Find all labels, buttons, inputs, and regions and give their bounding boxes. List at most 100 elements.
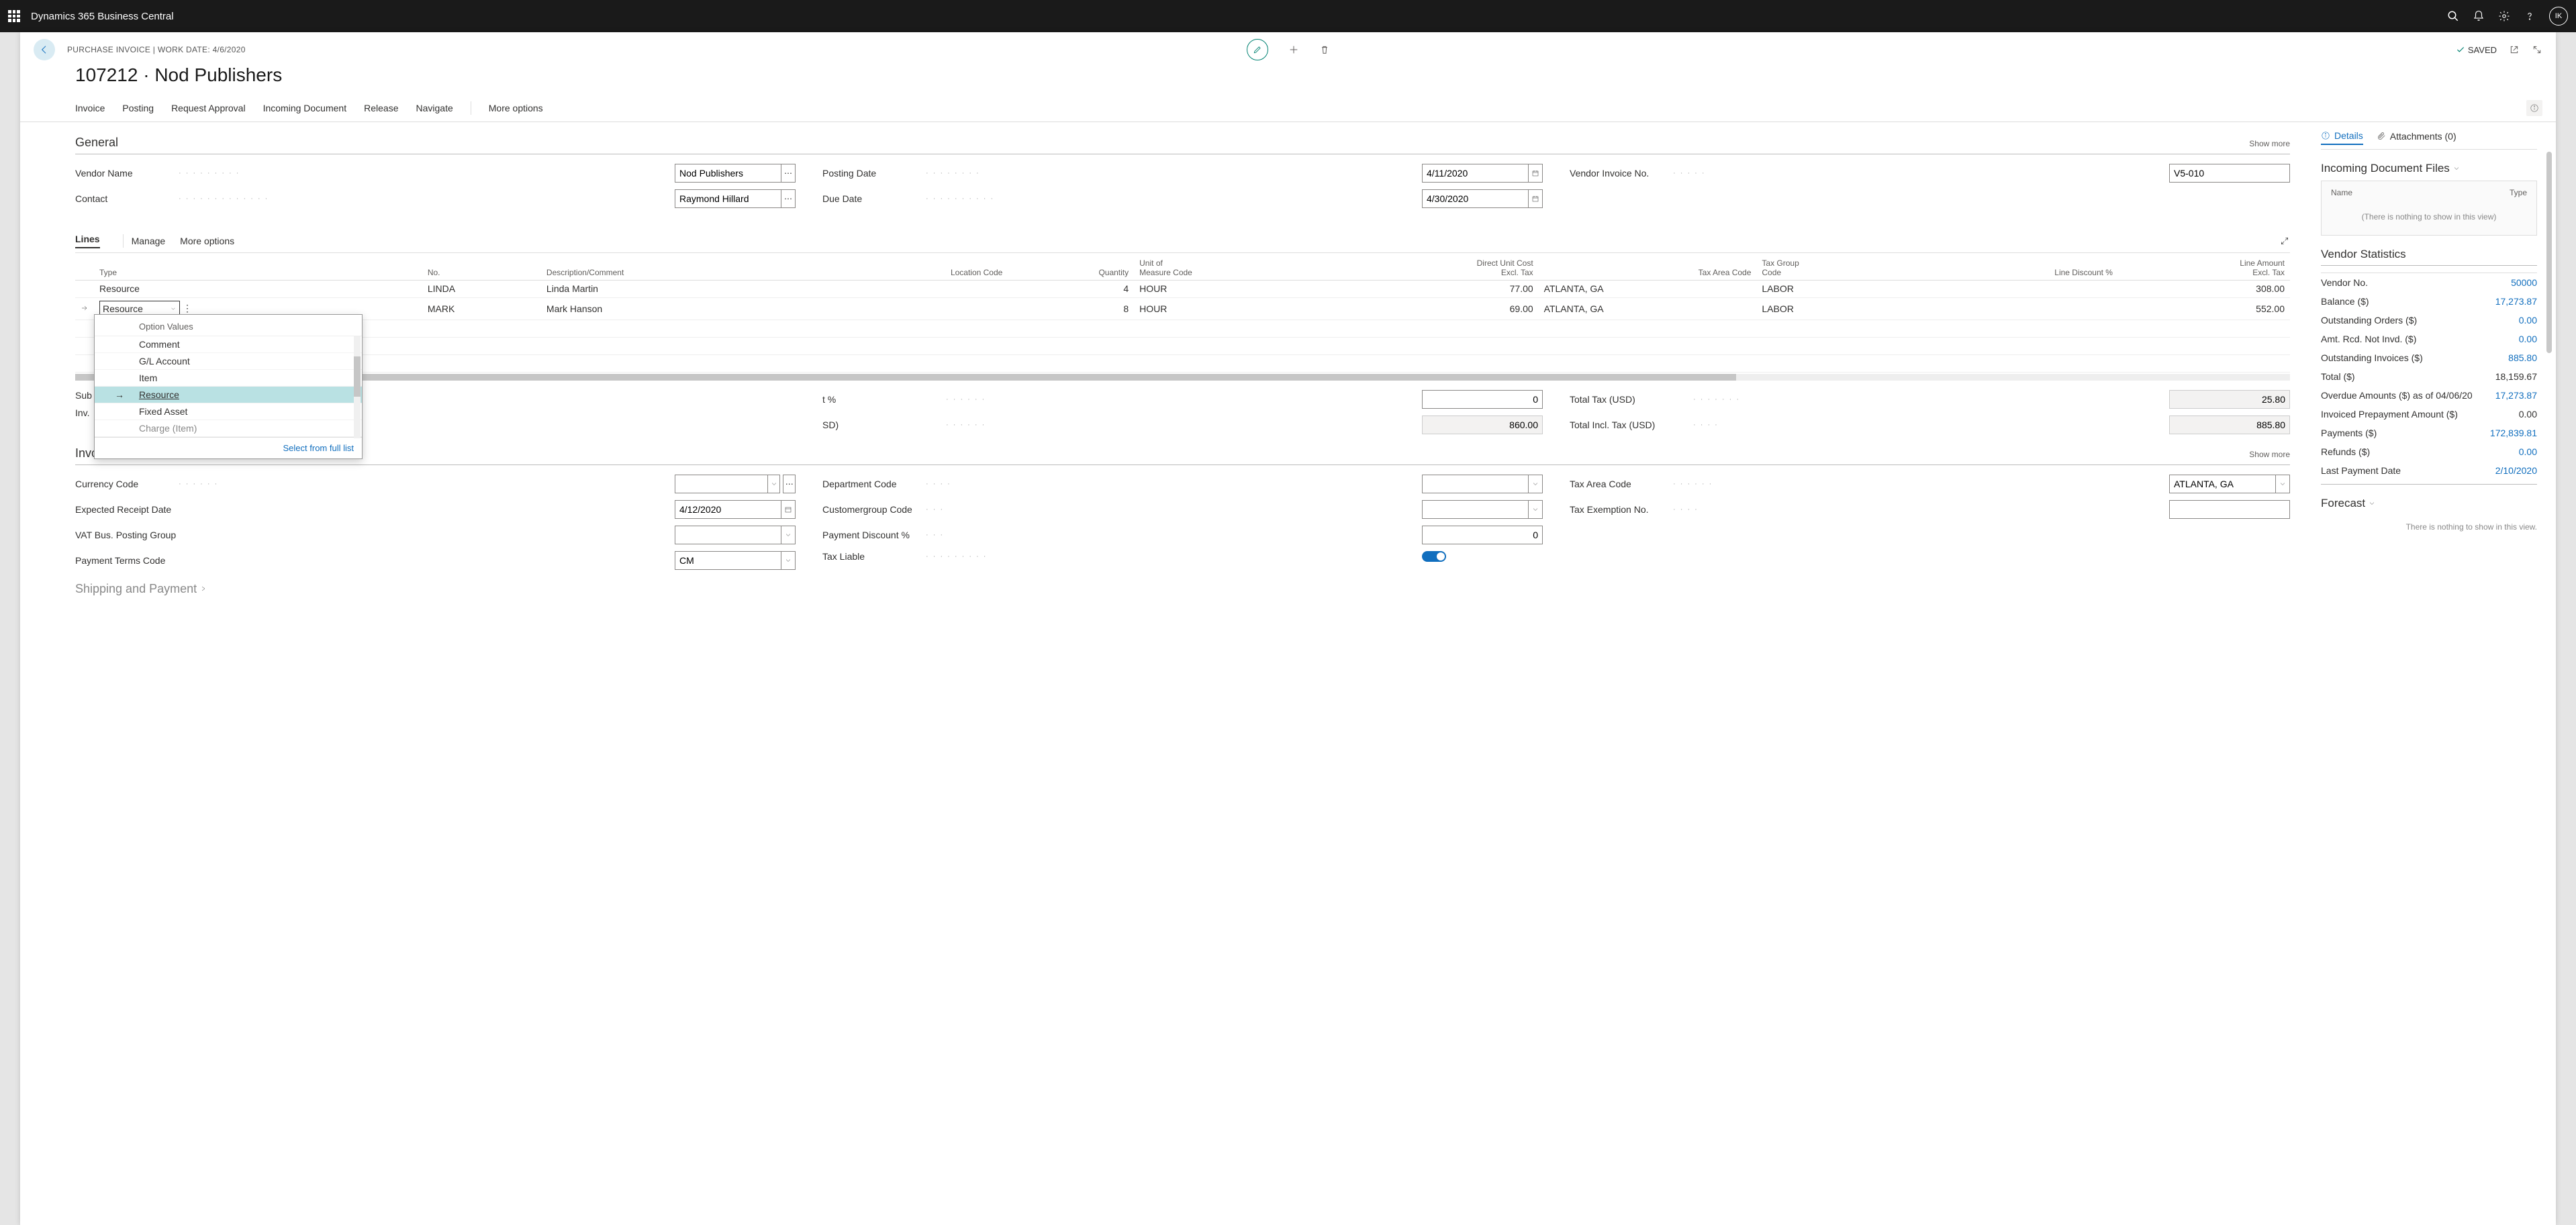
- option-comment[interactable]: Comment: [95, 336, 362, 353]
- invoice-details-show-more[interactable]: Show more: [2249, 450, 2290, 459]
- action-incoming-document[interactable]: Incoming Document: [263, 103, 347, 113]
- new-icon[interactable]: [1288, 44, 1299, 55]
- bell-icon[interactable]: [2473, 10, 2485, 22]
- edit-button[interactable]: [1247, 39, 1268, 60]
- forecast-header[interactable]: Forecast: [2321, 484, 2537, 516]
- contact-lookup[interactable]: ⋯: [781, 189, 796, 208]
- col-disc[interactable]: Line Discount %: [1905, 254, 2118, 280]
- stat-key: Vendor No.: [2321, 277, 2511, 288]
- contact-input[interactable]: [675, 189, 781, 208]
- tab-lines-more[interactable]: More options: [180, 236, 234, 246]
- vendor-name-input[interactable]: [675, 164, 781, 183]
- action-request-approval[interactable]: Request Approval: [171, 103, 246, 113]
- search-icon[interactable]: [2447, 10, 2459, 22]
- maximize-lines-icon[interactable]: [2279, 236, 2290, 246]
- col-amt[interactable]: Line AmountExcl. Tax: [2118, 254, 2290, 280]
- stat-value[interactable]: 17,273.87: [2495, 296, 2537, 307]
- expected-input[interactable]: [675, 500, 781, 519]
- popout-icon[interactable]: [2509, 44, 2520, 55]
- vendor-stats-header[interactable]: Vendor Statistics: [2321, 236, 2537, 266]
- option-gl-account[interactable]: G/L Account: [95, 353, 362, 370]
- terms-input[interactable]: [675, 551, 781, 570]
- vendor-name-lookup[interactable]: ⋯: [781, 164, 796, 183]
- grid-scrollbar[interactable]: [75, 374, 2290, 381]
- col-type[interactable]: Type: [94, 254, 422, 280]
- row-menu-icon[interactable]: ⋮: [180, 303, 195, 314]
- vendor-invoice-no-input[interactable]: [2169, 164, 2290, 183]
- incoming-docs-header[interactable]: Incoming Document Files: [2321, 150, 2537, 181]
- stat-value[interactable]: 172,839.81: [2490, 428, 2537, 438]
- action-more-options[interactable]: More options: [489, 103, 543, 113]
- stat-value[interactable]: 50000: [2511, 277, 2537, 288]
- gear-icon[interactable]: [2498, 10, 2510, 22]
- terms-chevron[interactable]: [781, 551, 796, 570]
- dept-chevron[interactable]: [1529, 475, 1543, 493]
- tab-lines[interactable]: Lines: [75, 234, 100, 248]
- select-full-list[interactable]: Select from full list: [95, 437, 362, 458]
- cust-chevron[interactable]: [1529, 500, 1543, 519]
- back-button[interactable]: [34, 39, 55, 60]
- option-resource[interactable]: Resource: [95, 387, 362, 403]
- col-no[interactable]: No.: [422, 254, 541, 280]
- stat-value[interactable]: 0.00: [2519, 315, 2537, 326]
- pdisc-input[interactable]: [1422, 526, 1543, 544]
- col-loc[interactable]: Location Code: [814, 254, 1008, 280]
- action-release[interactable]: Release: [364, 103, 398, 113]
- posting-date-picker[interactable]: [1529, 164, 1543, 183]
- action-invoice[interactable]: Invoice: [75, 103, 105, 113]
- section-invoice-details-header[interactable]: Invoice Details Show more: [75, 441, 2290, 465]
- stat-row: Last Payment Date2/10/2020: [2321, 461, 2537, 480]
- expected-date-picker[interactable]: [781, 500, 796, 519]
- exempt-input[interactable]: [2169, 500, 2290, 519]
- col-desc[interactable]: Description/Comment: [541, 254, 814, 280]
- currency-input[interactable]: [675, 475, 768, 493]
- line-row-empty[interactable]: [75, 337, 2290, 354]
- line-row[interactable]: Resource LINDA Linda Martin 4 HOUR 77.00…: [75, 280, 2290, 297]
- disc-pct-input[interactable]: [1422, 390, 1543, 409]
- col-qty[interactable]: Quantity: [1008, 254, 1134, 280]
- action-navigate[interactable]: Navigate: [416, 103, 452, 113]
- edge-right: [2556, 32, 2576, 1225]
- vat-input[interactable]: [675, 526, 781, 544]
- action-posting[interactable]: Posting: [122, 103, 154, 113]
- posting-date-input[interactable]: [1422, 164, 1529, 183]
- user-avatar[interactable]: IK: [2549, 7, 2568, 26]
- option-item[interactable]: Item: [95, 370, 362, 387]
- option-charge-item[interactable]: Charge (Item): [95, 420, 362, 437]
- cust-input[interactable]: [1422, 500, 1529, 519]
- due-date-input[interactable]: [1422, 189, 1529, 208]
- line-row-active[interactable]: Resource ⋮ Option Values Comment G/L Acc…: [75, 297, 2290, 320]
- info-icon[interactable]: [2526, 100, 2542, 116]
- stat-value[interactable]: 885.80: [2508, 352, 2537, 363]
- help-icon[interactable]: [2524, 10, 2536, 22]
- tab-details[interactable]: Details: [2321, 130, 2363, 145]
- side-scrollbar[interactable]: [2546, 152, 2552, 353]
- currency-chevron[interactable]: [768, 475, 780, 493]
- col-uom[interactable]: Unit ofMeasure Code: [1134, 254, 1331, 280]
- delete-icon[interactable]: [1319, 44, 1330, 55]
- vat-chevron[interactable]: [781, 526, 796, 544]
- taxarea-input[interactable]: [2169, 475, 2276, 493]
- collapse-icon[interactable]: [2532, 44, 2542, 55]
- general-show-more[interactable]: Show more: [2249, 139, 2290, 148]
- stat-value[interactable]: 2/10/2020: [2495, 465, 2537, 476]
- tab-manage[interactable]: Manage: [132, 236, 166, 246]
- taxarea-chevron[interactable]: [2276, 475, 2290, 493]
- line-row-empty[interactable]: [75, 320, 2290, 337]
- tab-attachments[interactable]: Attachments (0): [2377, 130, 2456, 145]
- section-general-header[interactable]: General Show more: [75, 130, 2290, 154]
- col-taxgrp[interactable]: Tax GroupCode: [1756, 254, 1905, 280]
- stat-value[interactable]: 17,273.87: [2495, 390, 2537, 401]
- col-cost[interactable]: Direct Unit CostExcl. Tax: [1331, 254, 1538, 280]
- section-shipping-header[interactable]: Shipping and Payment: [75, 577, 2290, 600]
- col-taxarea[interactable]: Tax Area Code: [1539, 254, 1757, 280]
- option-fixed-asset[interactable]: Fixed Asset: [95, 403, 362, 420]
- line-row-empty[interactable]: [75, 354, 2290, 372]
- currency-lookup[interactable]: ⋯: [783, 475, 796, 493]
- tax-liable-toggle[interactable]: [1422, 551, 1446, 562]
- stat-value[interactable]: 0.00: [2519, 334, 2537, 344]
- app-launcher-icon[interactable]: [8, 10, 20, 22]
- stat-value[interactable]: 0.00: [2519, 446, 2537, 457]
- due-date-picker[interactable]: [1529, 189, 1543, 208]
- dept-input[interactable]: [1422, 475, 1529, 493]
